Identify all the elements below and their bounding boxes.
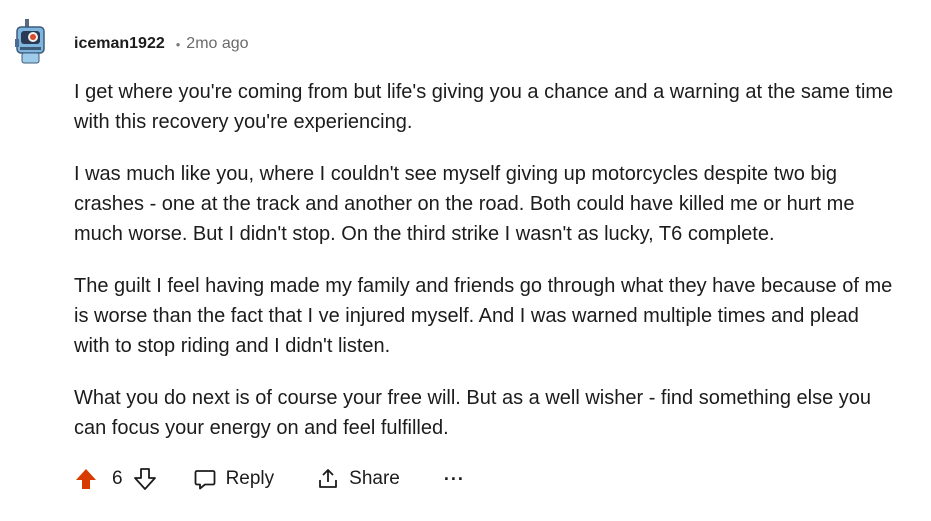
comment: iceman1922 • 2mo ago I get where you're …	[0, 0, 931, 521]
comment-body: I get where you're coming from but life'…	[74, 77, 894, 465]
downvote-arrow-icon	[133, 468, 156, 490]
comment-paragraph: I get where you're coming from but life'…	[74, 81, 894, 133]
share-upload-icon	[319, 469, 338, 488]
comment-paragraph: What you do next is of course your free …	[74, 387, 872, 439]
upvote-button[interactable]	[74, 467, 98, 491]
ellipsis-icon: ···	[443, 468, 465, 489]
username[interactable]: iceman1922	[74, 35, 165, 53]
comment-actions: 6 Reply Share ···	[74, 462, 465, 496]
more-options-button[interactable]: ···	[444, 469, 465, 490]
upvote-arrow-icon	[76, 469, 96, 489]
timestamp[interactable]: 2mo ago	[186, 35, 248, 53]
comment-paragraph: I was much like you, where I couldn't se…	[74, 163, 855, 245]
share-button[interactable]: Share	[316, 467, 400, 491]
comment-paragraph: The guilt I feel having made my family a…	[74, 275, 893, 357]
comment-header: iceman1922 • 2mo ago	[74, 32, 249, 56]
separator-dot: •	[175, 36, 181, 52]
reply-button[interactable]: Reply	[193, 467, 275, 491]
downvote-button[interactable]	[133, 467, 157, 491]
vote-count: 6	[112, 468, 123, 489]
speech-bubble-icon	[194, 470, 215, 490]
avatar[interactable]	[14, 17, 47, 67]
reply-label: Reply	[225, 468, 275, 489]
robot-avatar-icon	[15, 19, 45, 64]
share-label: Share	[349, 468, 400, 489]
